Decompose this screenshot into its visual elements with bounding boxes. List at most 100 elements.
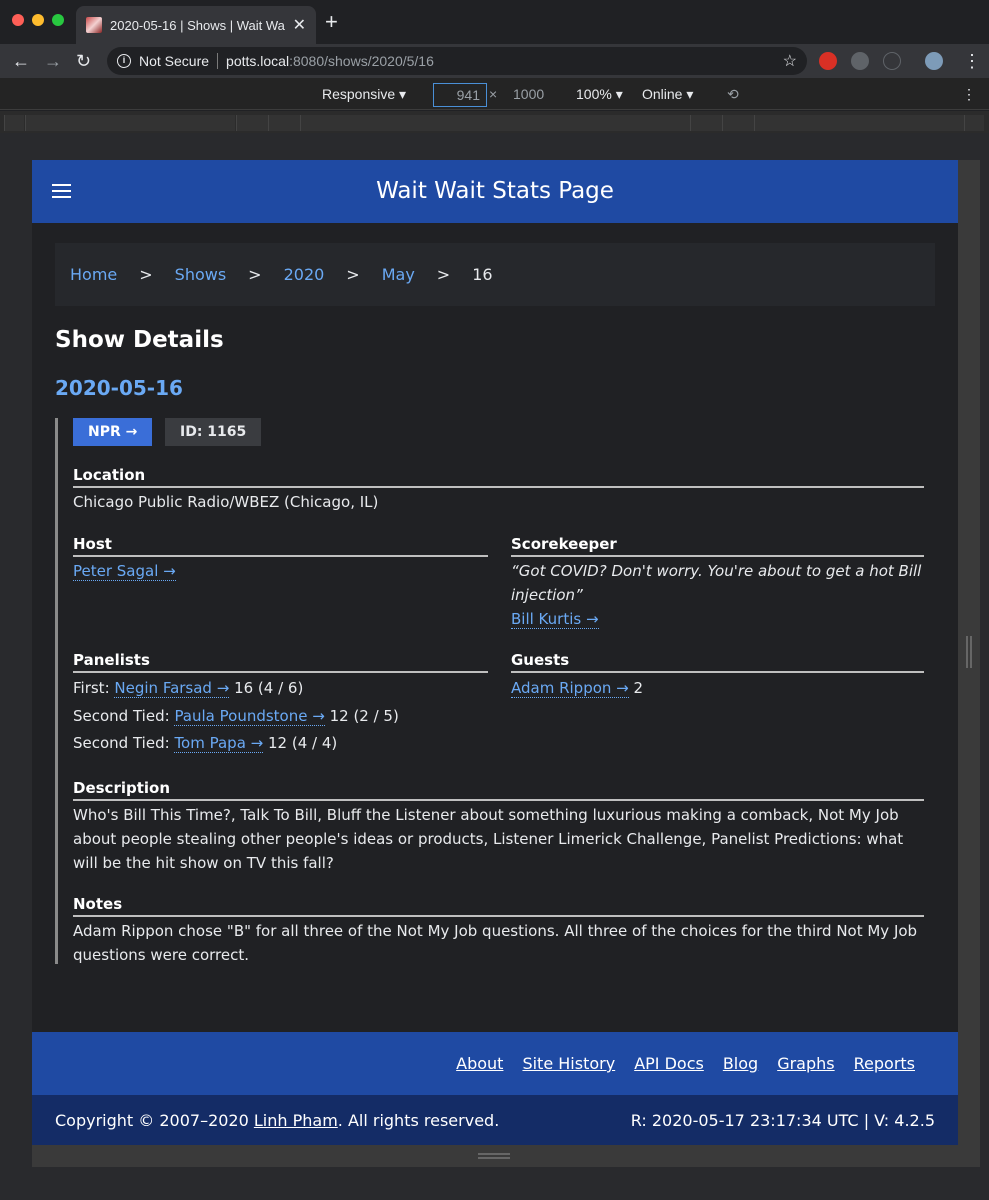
breadcrumb-year[interactable]: 2020 — [284, 265, 325, 284]
minimize-window-button[interactable] — [32, 14, 44, 26]
breadcrumb-shows[interactable]: Shows — [175, 265, 227, 284]
show-id-badge: ID: 1165 — [165, 418, 262, 446]
url-input[interactable]: i Not Secure potts.local :8080/shows/202… — [107, 47, 807, 75]
scorekeeper-link[interactable]: Bill Kurtis → — [511, 610, 599, 629]
host-field: Host Peter Sagal → — [73, 535, 488, 583]
panelist-place: Second Tied: — [73, 734, 170, 752]
npr-link-button[interactable]: NPR → — [73, 418, 153, 446]
guests-label: Guests — [511, 651, 924, 673]
address-bar: ← → ↻ i Not Secure potts.local :8080/sho… — [0, 44, 989, 78]
footer-link-reports[interactable]: Reports — [854, 1054, 915, 1073]
ruler-segment[interactable] — [268, 115, 300, 131]
browser-tab[interactable]: 2020-05-16 | Shows | Wait Wa ✕ — [76, 6, 316, 44]
ruler-segment[interactable] — [25, 115, 235, 131]
panelists-list: First: Negin Farsad → 16 (4 / 6) Second … — [73, 675, 488, 758]
breadcrumb-month[interactable]: May — [382, 265, 415, 284]
hamburger-menu-icon[interactable] — [52, 184, 71, 199]
forward-icon[interactable]: → — [44, 49, 62, 73]
security-label: Not Secure — [139, 53, 210, 69]
footer-link-blog[interactable]: Blog — [723, 1054, 758, 1073]
viewport-height-input[interactable]: 1000 — [513, 86, 544, 102]
breadcrumb: Home > Shows > 2020 > May > 16 — [55, 243, 935, 306]
devtools-menu-icon[interactable]: ⋮ — [962, 86, 976, 103]
ruler-segment[interactable] — [754, 115, 964, 131]
location-label: Location — [73, 466, 924, 488]
list-item: First: Negin Farsad → 16 (4 / 6) — [73, 675, 488, 703]
panelists-label: Panelists — [73, 651, 488, 673]
rotate-icon[interactable]: ⟲ — [727, 86, 739, 103]
network-label: Online — [642, 86, 683, 102]
host-label: Host — [73, 535, 488, 557]
reload-icon[interactable]: ↻ — [76, 49, 91, 73]
devtools-device-toolbar: Responsive ▾ 941 × 1000 100% ▾ Online ▾ … — [0, 78, 989, 110]
breadcrumb-separator: > — [436, 265, 451, 284]
ruler-segment[interactable] — [722, 115, 754, 131]
footer-link-graphs[interactable]: Graphs — [777, 1054, 834, 1073]
new-tab-button[interactable]: + — [325, 11, 338, 33]
camera-extension-icon[interactable] — [851, 52, 869, 70]
footer-link-about[interactable]: About — [456, 1054, 503, 1073]
url-host: potts.local — [226, 53, 290, 69]
page-title: Show Details — [55, 327, 224, 353]
ruler-segment[interactable] — [236, 115, 268, 131]
notes-label: Notes — [73, 895, 924, 917]
panelist-place: First: — [73, 679, 110, 697]
panelist-link[interactable]: Tom Papa → — [174, 734, 264, 753]
favicon-icon — [86, 17, 102, 33]
tab-close-icon[interactable]: ✕ — [293, 15, 306, 35]
close-window-button[interactable] — [12, 14, 24, 26]
panelist-score: 12 (4 / 4) — [268, 734, 338, 752]
tab-title: 2020-05-16 | Shows | Wait Wa — [110, 17, 285, 33]
device-label: Responsive — [322, 86, 396, 102]
extension-icon[interactable] — [819, 52, 837, 70]
resize-grip-icon[interactable] — [966, 636, 972, 668]
info-icon[interactable]: i — [117, 54, 131, 68]
omnibox-divider — [217, 53, 219, 69]
version-info: R: 2020-05-17 23:17:34 UTC | V: 4.2.5 — [630, 1110, 935, 1130]
footer-link-site-history[interactable]: Site History — [522, 1054, 615, 1073]
ruler-segment[interactable] — [4, 115, 24, 131]
guests-field: Guests Adam Rippon → 2 — [511, 651, 924, 703]
media-query-ruler — [0, 111, 989, 133]
guest-link[interactable]: Adam Rippon → — [511, 679, 629, 698]
breadcrumb-separator: > — [248, 265, 262, 284]
panelist-link[interactable]: Paula Poundstone → — [174, 706, 325, 726]
maximize-window-button[interactable] — [52, 14, 64, 26]
site-header: Wait Wait Stats Page — [32, 160, 958, 223]
footer-nav: About Site History API Docs Blog Graphs … — [32, 1032, 958, 1095]
description-field: Description Who's Bill This Time?, Talk … — [73, 779, 924, 875]
show-date-link[interactable]: 2020-05-16 — [55, 376, 183, 400]
footer-link-api-docs[interactable]: API Docs — [634, 1054, 704, 1073]
ruler-segment[interactable] — [964, 115, 984, 131]
author-link[interactable]: Linh Pham — [254, 1111, 338, 1130]
panelists-field: Panelists First: Negin Farsad → 16 (4 / … — [73, 651, 488, 758]
footer-copyright: Copyright © 2007–2020 Linh Pham. All rig… — [32, 1095, 958, 1145]
back-icon[interactable]: ← — [12, 49, 30, 73]
resize-grip-bottom-icon[interactable] — [478, 1153, 510, 1159]
list-item: Second Tied: Paula Poundstone → 12 (2 / … — [73, 703, 488, 731]
network-select[interactable]: Online ▾ — [642, 86, 693, 103]
location-field: Location Chicago Public Radio/WBEZ (Chic… — [73, 466, 924, 514]
show-details-panel: NPR → ID: 1165 Location Chicago Public R… — [55, 418, 924, 964]
copyright-suffix: . All rights reserved. — [337, 1110, 500, 1130]
description-text: Who's Bill This Time?, Talk To Bill, Blu… — [73, 806, 904, 872]
info-extension-icon[interactable] — [883, 52, 901, 70]
profile-avatar[interactable] — [925, 52, 943, 70]
zoom-label: 100% — [576, 86, 612, 102]
site-title: Wait Wait Stats Page — [376, 178, 614, 204]
zoom-select[interactable]: 100% ▾ — [576, 86, 623, 103]
ruler-segment[interactable] — [690, 115, 722, 131]
ruler-segment[interactable] — [300, 115, 690, 131]
scorekeeper-field: Scorekeeper “Got COVID? Don't worry. You… — [511, 535, 924, 631]
panelist-link[interactable]: Negin Farsad → — [114, 679, 230, 698]
scorekeeper-quote: “Got COVID? Don't worry. You're about to… — [511, 562, 922, 604]
menu-kebab-icon[interactable]: ⋮ — [963, 49, 981, 73]
bookmark-star-icon[interactable]: ☆ — [783, 51, 797, 71]
guest-score: 2 — [633, 679, 644, 697]
viewport-width-input[interactable]: 941 — [433, 83, 487, 107]
device-select[interactable]: Responsive ▾ — [322, 86, 406, 103]
host-link[interactable]: Peter Sagal → — [73, 562, 176, 581]
breadcrumb-home[interactable]: Home — [70, 265, 117, 284]
list-item: Second Tied: Tom Papa → 12 (4 / 4) — [73, 730, 488, 758]
copyright-prefix: Copyright © 2007–2020 — [55, 1110, 254, 1130]
